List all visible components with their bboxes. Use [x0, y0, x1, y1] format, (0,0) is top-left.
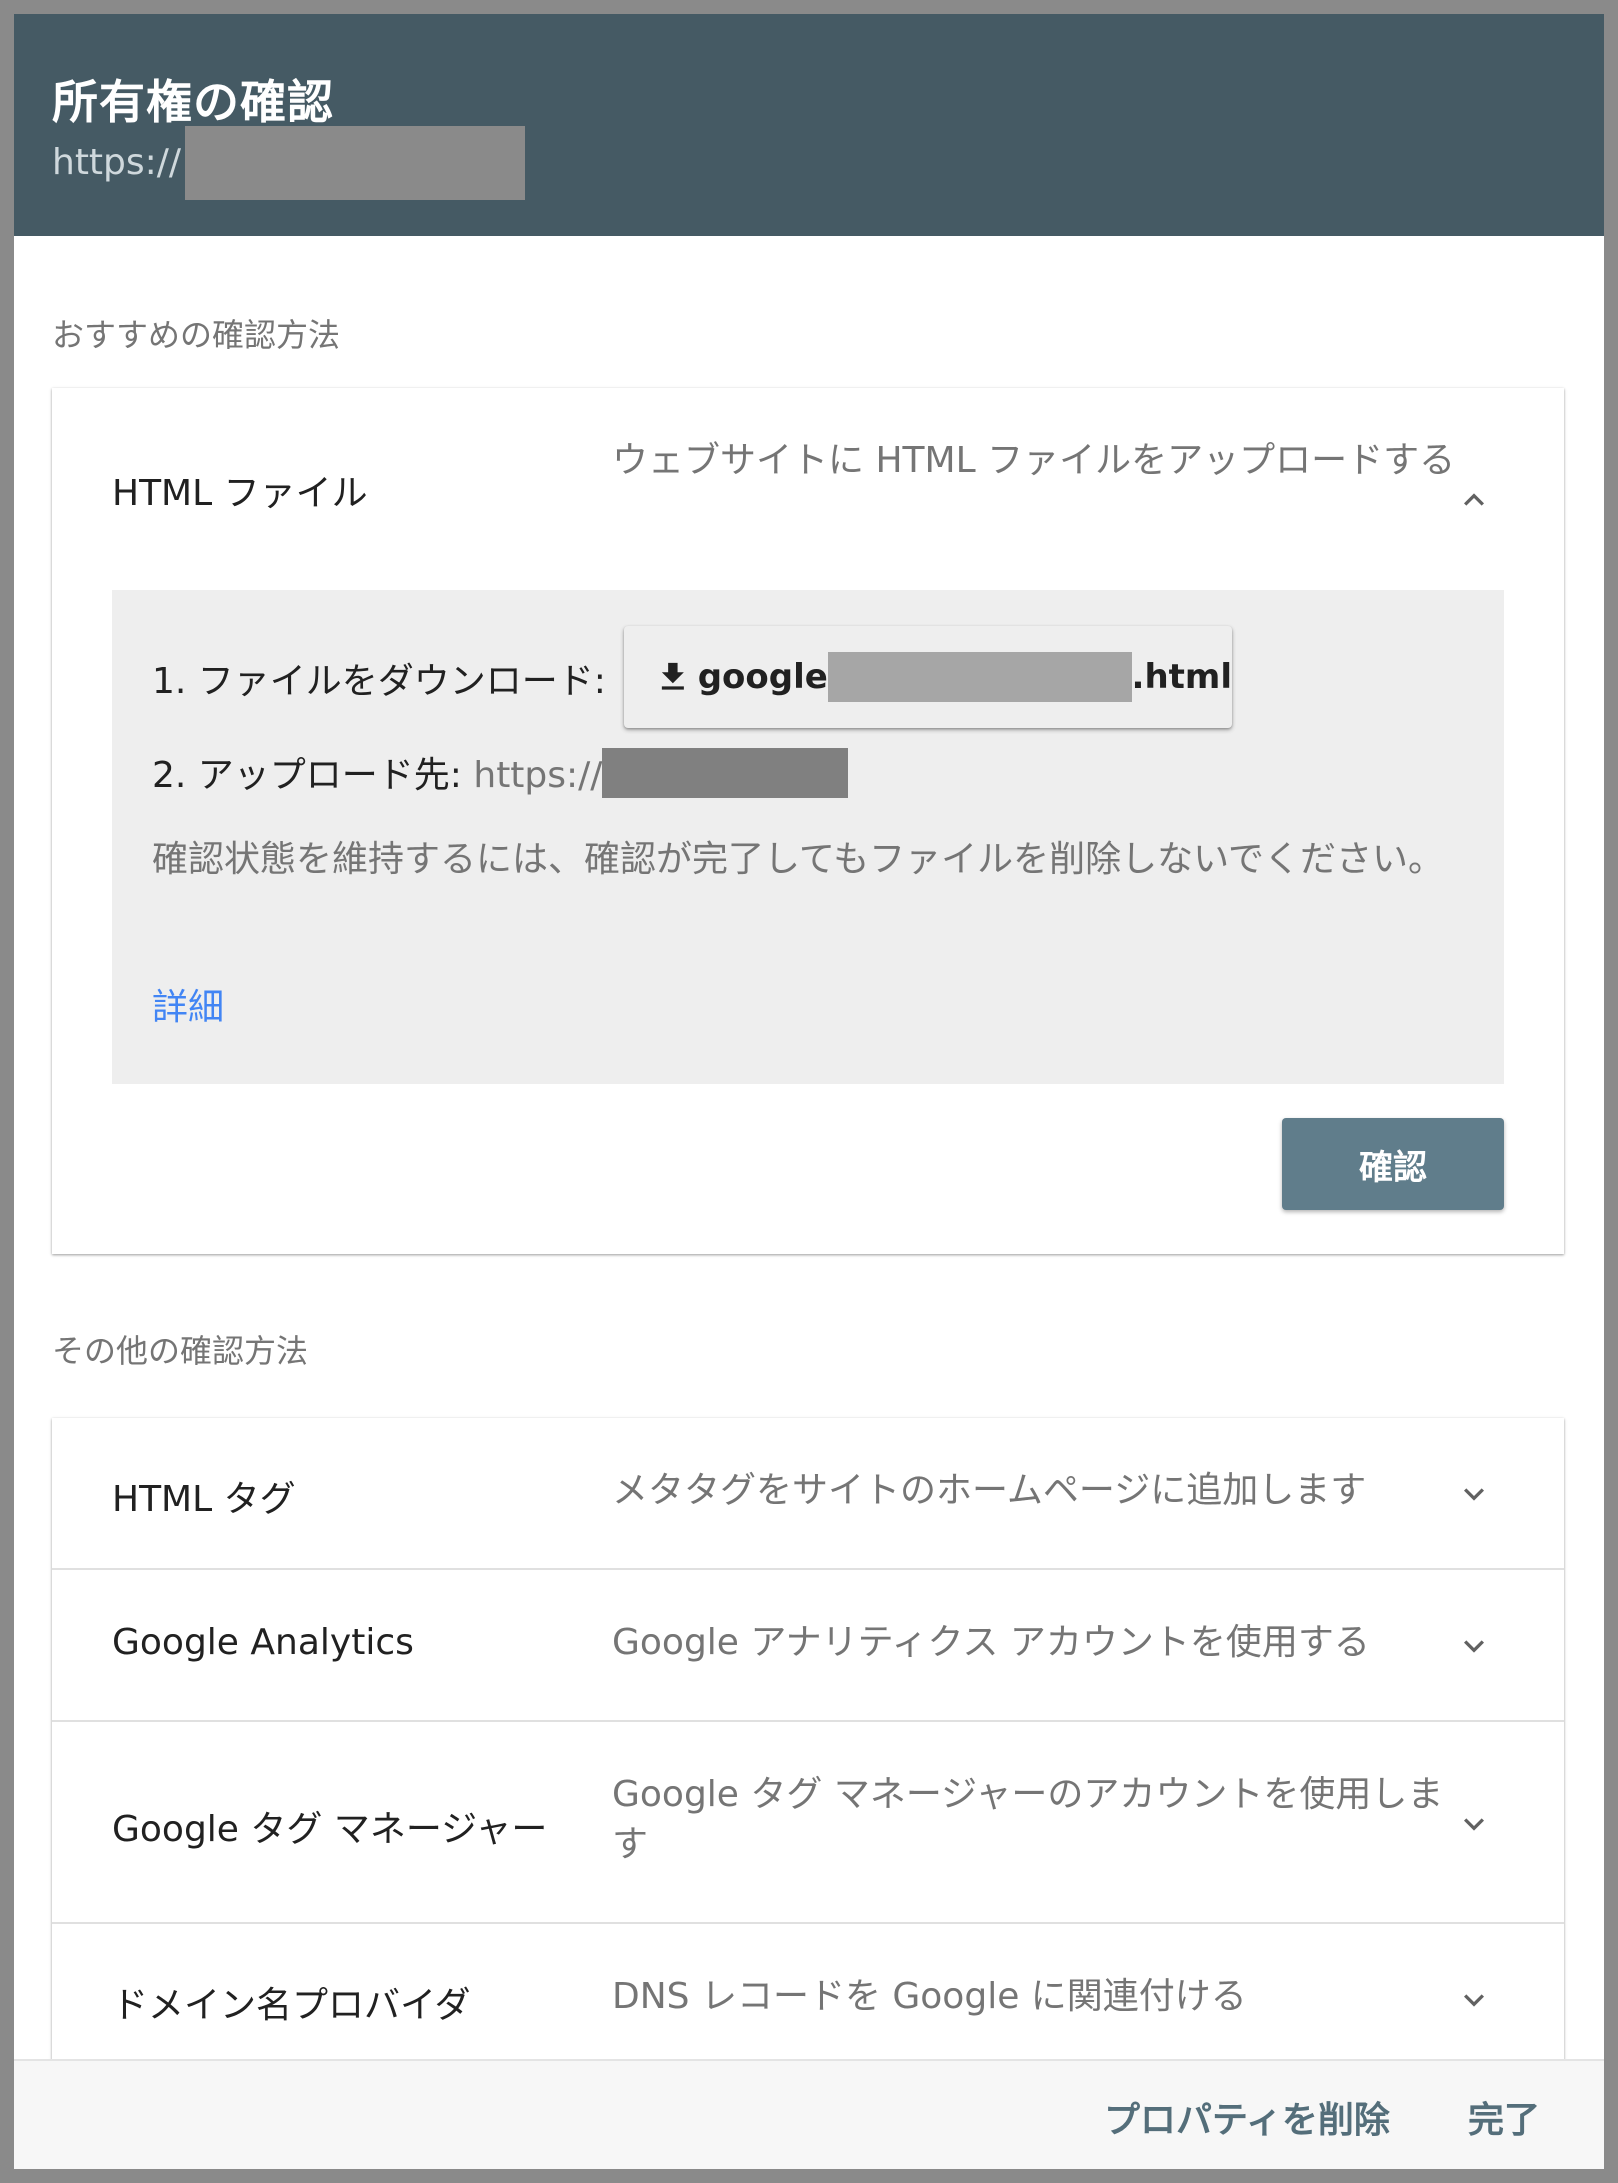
download-icon [661, 662, 684, 690]
method-title: ドメイン名プロバイダ [112, 1985, 471, 2026]
method-row-domain-provider[interactable]: ドメイン名プロバイダ DNS レコードを Google に関連付ける [52, 1924, 1564, 2078]
other-methods-section-label: その他の確認方法 [52, 1332, 309, 1370]
confirm-button[interactable]: 確認 [1282, 1118, 1504, 1210]
dialog-footer: プロパティを削除 完了 [14, 2059, 1604, 2169]
download-file-button[interactable]: google .html [624, 626, 1232, 728]
keep-file-note: 確認状態を維持するには、確認が完了してもファイルを削除しないでください。 [152, 839, 1445, 880]
method-title: HTML タグ [112, 1479, 296, 1520]
redacted-upload-url [602, 748, 849, 798]
method-title: Google タグ マネージャー [112, 1809, 548, 1850]
method-description: メタタグをサイトのホームページに追加します [612, 1470, 1367, 1511]
chevron-down-icon[interactable] [1454, 1474, 1494, 1514]
upload-step: 2. アップロード先: https:// [152, 746, 849, 798]
redacted-url [185, 126, 526, 200]
method-description: Google タグ マネージャーのアカウントを使用します [612, 1774, 1444, 1865]
ownership-verification-dialog: 所有権の確認 https:// おすすめの確認方法 HTML ファイル ウェブサ… [14, 14, 1604, 2169]
upload-url-prefix: https:// [473, 755, 603, 796]
details-link[interactable]: 詳細 [152, 978, 224, 1030]
download-filename-suffix: .html [1131, 657, 1232, 697]
method-title: Google Analytics [112, 1622, 414, 1663]
method-description: DNS レコードを Google に関連付ける [612, 1976, 1247, 2017]
method-row-html-tag[interactable]: HTML タグ メタタグをサイトのホームページに追加します [52, 1418, 1564, 1570]
done-button[interactable]: 完了 [1468, 2091, 1540, 2143]
property-url: https:// [52, 126, 526, 200]
html-file-method-card: HTML ファイル ウェブサイトに HTML ファイルをアップロードする 1. … [52, 388, 1564, 1254]
delete-property-button[interactable]: プロパティを削除 [1104, 2091, 1390, 2143]
method-description: Google アナリティクス アカウントを使用する [612, 1622, 1370, 1663]
method-row-tag-manager[interactable]: Google タグ マネージャー Google タグ マネージャーのアカウントを… [52, 1722, 1564, 1924]
html-file-method-description: ウェブサイトに HTML ファイルをアップロードする [612, 440, 1456, 481]
download-filename-prefix: google [697, 657, 828, 697]
upload-step-label: 2. アップロード先: [152, 755, 462, 796]
chevron-down-icon[interactable] [1454, 1626, 1494, 1666]
chevron-down-icon[interactable] [1454, 1980, 1494, 2020]
download-step-label: 1. ファイルをダウンロード: [152, 661, 606, 702]
redacted-filename [827, 652, 1132, 702]
method-row-google-analytics[interactable]: Google Analytics Google アナリティクス アカウントを使用… [52, 1570, 1564, 1722]
property-url-prefix: https:// [52, 142, 182, 183]
recommended-section-label: おすすめの確認方法 [52, 316, 341, 354]
dialog-header: 所有権の確認 https:// [14, 14, 1604, 236]
html-file-method-title[interactable]: HTML ファイル [112, 464, 368, 516]
dialog-title: 所有権の確認 [52, 75, 334, 129]
chevron-down-icon[interactable] [1454, 1804, 1494, 1844]
chevron-up-icon[interactable] [1454, 480, 1494, 520]
other-methods-list: HTML タグ メタタグをサイトのホームページに追加します Google Ana… [52, 1418, 1564, 2078]
html-file-instructions-panel: 1. ファイルをダウンロード: google .html 2. アップロード先:… [112, 590, 1504, 1084]
